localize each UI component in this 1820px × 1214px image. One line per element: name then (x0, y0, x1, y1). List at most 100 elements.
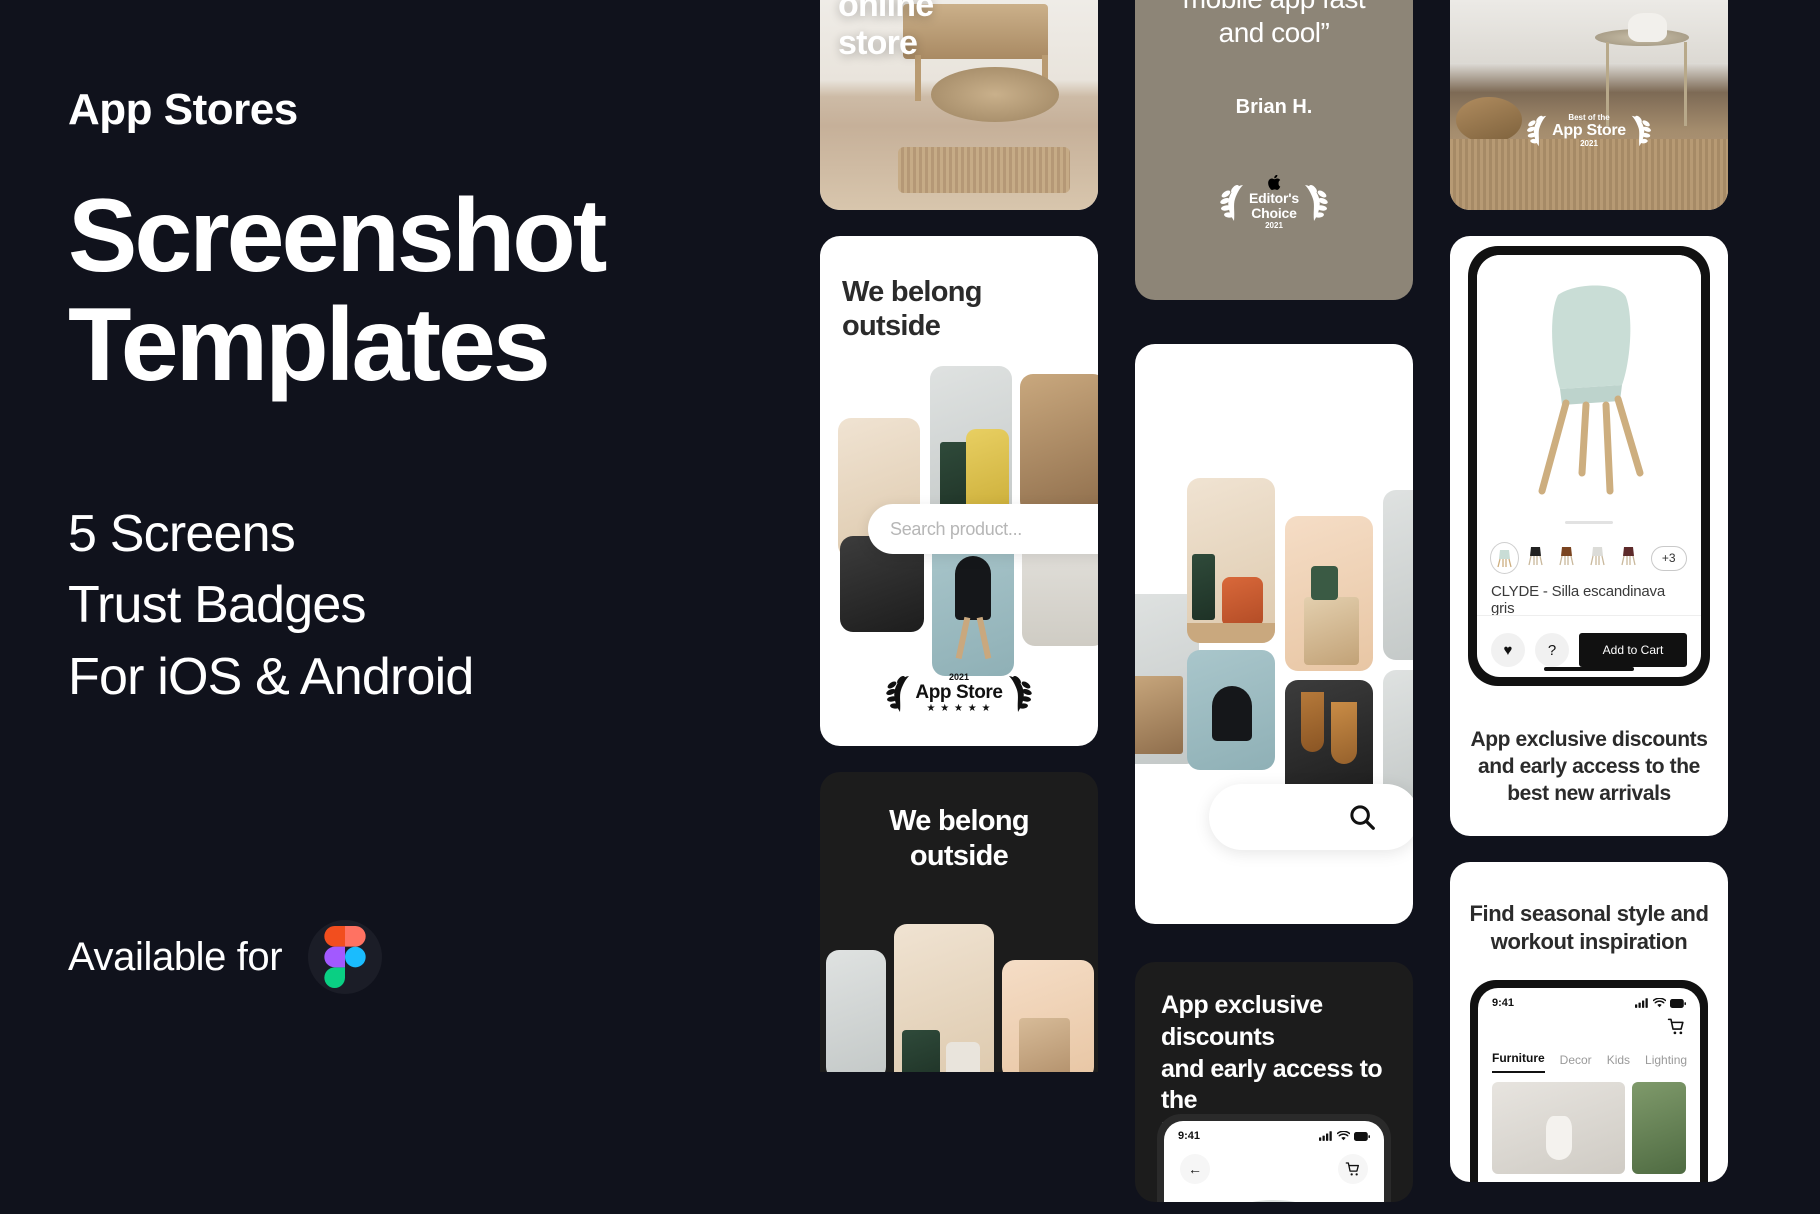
best-of-badge: Best of the App Store 2021 (1450, 112, 1728, 150)
product-detail-card[interactable]: +3 CLYDE - Silla escandinava gris ♥ ? Ad… (1450, 236, 1728, 836)
gallery-tile (1020, 374, 1098, 514)
chair-illustration (1538, 285, 1644, 495)
template-preview-grid: your online store We belong outside (810, 0, 1820, 1214)
color-swatch[interactable] (1558, 545, 1580, 571)
product-tile[interactable] (1632, 1082, 1686, 1174)
figma-logo-icon[interactable] (308, 920, 383, 994)
we-belong-outside-dark-card[interactable]: We belong outside (820, 772, 1098, 1072)
hero-online-store-card[interactable]: your online store (820, 0, 1098, 210)
caption-line-1: App exclusive discounts (1470, 728, 1708, 752)
testimonial-quote: launch your mobile app fast and cool” (1151, 0, 1397, 50)
search-input[interactable]: Search product... (868, 504, 1098, 554)
badge-year: 2021 (1580, 138, 1598, 148)
wifi-icon (1337, 1131, 1350, 1141)
title-line-1: We belong (842, 276, 982, 308)
title-line-1: Find seasonal style and (1469, 901, 1709, 926)
product-actions: ♥ ? Add to Cart (1491, 633, 1687, 667)
phone-screen: 9:41 (1164, 1121, 1384, 1202)
shopping-cart-icon[interactable] (1338, 1154, 1368, 1184)
gallery-tile (1002, 960, 1094, 1072)
tab-lighting[interactable]: Lighting (1645, 1053, 1687, 1073)
arrow-left-icon[interactable]: ← (1180, 1154, 1210, 1184)
laurel-right-icon (1008, 675, 1032, 712)
eyebrow-label: App Stores (68, 85, 298, 134)
gallery-tile (894, 924, 994, 1072)
color-swatch-list: +3 (1489, 542, 1688, 574)
laurel-right-icon (1304, 184, 1328, 221)
badge-top: Best of the (1568, 112, 1610, 122)
question-mark-icon[interactable]: ? (1535, 633, 1569, 667)
tab-decor[interactable]: Decor (1560, 1053, 1592, 1073)
hero-line-2: online (838, 0, 934, 25)
gallery-search-card[interactable] (1135, 344, 1413, 924)
status-time: 9:41 (1178, 1130, 1201, 1142)
testimonial-card[interactable]: launch your mobile app fast and cool” Br… (1135, 0, 1413, 300)
app-store-badge: 2021 App Store ★ ★ ★ ★ ★ (820, 672, 1098, 716)
status-icons (1319, 1131, 1370, 1141)
search-fab-button[interactable] (1209, 784, 1413, 850)
color-swatch[interactable] (1620, 545, 1642, 571)
available-label: Available for (68, 934, 283, 979)
badge-line-2: Choice (1251, 205, 1297, 222)
page-title: Screenshot Templates (68, 182, 810, 398)
title-line-2: workout inspiration (1490, 928, 1688, 954)
badge-year: 2021 (1265, 221, 1283, 231)
app-exclusive-discounts-card[interactable]: App exclusive discounts and early access… (1135, 962, 1413, 1202)
laurel-badge: 2021 App Store ★ ★ ★ ★ ★ (885, 672, 1032, 716)
feature-list: 5 Screens Trust Badges For iOS & Android (68, 499, 810, 714)
heart-icon[interactable]: ♥ (1491, 633, 1525, 667)
phone-nav-row (1478, 1009, 1700, 1041)
testimonial-author: Brian H. (1235, 96, 1313, 118)
phone-mockup: 9:41 (1470, 980, 1708, 1182)
gallery-tile (932, 536, 1014, 676)
product-tile[interactable] (1492, 1082, 1625, 1174)
phone-screen: +3 CLYDE - Silla escandinava gris ♥ ? Ad… (1477, 255, 1701, 677)
we-belong-outside-light-card[interactable]: We belong outside Search product... 2021… (820, 236, 1098, 746)
left-info-panel: App Stores Screenshot Templates 5 Screen… (0, 0, 810, 1214)
gallery-tile (1187, 478, 1275, 643)
caption-line-3: best new arrivals (1507, 782, 1671, 806)
phone-mockup: +3 CLYDE - Silla escandinava gris ♥ ? Ad… (1468, 246, 1710, 686)
search-placeholder: Search product... (890, 518, 1022, 539)
title-line-2: and early access to the (1161, 1054, 1383, 1115)
product-image (1477, 255, 1701, 510)
poster-root: App Stores Screenshot Templates 5 Screen… (0, 0, 1820, 1214)
title-line-2: outside (842, 309, 941, 342)
divider (1477, 615, 1701, 616)
preview-column-c: Best of the App Store 2021 +3 CLYDE - Si… (1450, 0, 1728, 1208)
product-grid (1478, 1073, 1700, 1174)
product-photo (1205, 1200, 1343, 1202)
preview-column-b: launch your mobile app fast and cool” Br… (1135, 0, 1413, 1214)
tab-kids[interactable]: Kids (1607, 1053, 1630, 1073)
laurel-left-icon (1527, 115, 1547, 147)
tab-furniture[interactable]: Furniture (1492, 1051, 1545, 1073)
add-to-cart-button[interactable]: Add to Cart (1579, 633, 1687, 667)
editors-choice-badge: Editor's Choice 2021 (1135, 175, 1413, 231)
status-time: 9:41 (1492, 997, 1515, 1009)
badge-line-1: Editor's (1249, 190, 1299, 206)
phone-screen: 9:41 (1478, 988, 1700, 1182)
battery-icon (1670, 998, 1686, 1008)
color-swatch-selected[interactable] (1489, 542, 1520, 574)
badge-title: App Store (1552, 122, 1626, 140)
quote-line-2: mobile app fast (1151, 0, 1397, 16)
color-swatch[interactable] (1527, 545, 1549, 571)
seasonal-inspiration-card[interactable]: Find seasonal style and workout inspirat… (1450, 862, 1728, 1182)
sheet-handle[interactable] (1565, 521, 1613, 524)
best-of-app-store-card[interactable]: Best of the App Store 2021 (1450, 0, 1728, 210)
color-swatch[interactable] (1589, 545, 1611, 571)
laurel-right-icon (1631, 115, 1651, 147)
more-colors-button[interactable]: +3 (1650, 545, 1688, 571)
gallery-tile (1285, 516, 1373, 671)
laurel-badge: Editor's Choice 2021 (1219, 175, 1329, 231)
shopping-cart-icon[interactable] (1667, 1017, 1686, 1041)
gallery-tile (1285, 680, 1373, 800)
laurel-left-icon (886, 675, 910, 712)
phone-nav-row: ← (1164, 1142, 1384, 1184)
feature-item: Trust Badges (68, 576, 367, 635)
card-title: We belong outside (842, 804, 1076, 874)
gallery-tile (1187, 650, 1275, 770)
search-icon (1350, 805, 1375, 830)
apple-logo-icon (1267, 175, 1280, 190)
badge-text: Editor's Choice 2021 (1249, 175, 1299, 231)
